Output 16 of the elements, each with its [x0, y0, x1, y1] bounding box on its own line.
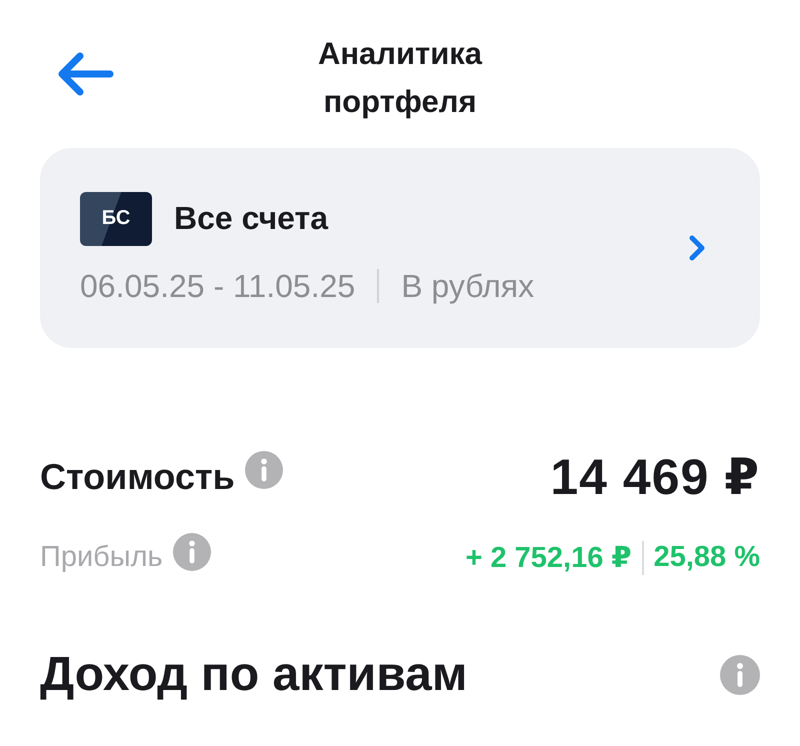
metric-label: Стоимость [40, 456, 235, 498]
chevron-right-icon [688, 234, 706, 262]
metric-value: 14 469 ₽ [550, 448, 760, 506]
info-icon[interactable] [244, 451, 283, 489]
metric-label: Прибыль [40, 541, 163, 574]
account-card[interactable]: БС Все счета 06.05.25 - 11.05.25 В рублях [40, 148, 760, 348]
account-badge: БС [80, 192, 152, 246]
info-icon[interactable] [720, 654, 760, 694]
currency-text: В рублях [401, 268, 534, 304]
percent-value: 25,88 % [654, 541, 760, 574]
period-text: 06.05.25 - 11.05.25 [80, 268, 356, 304]
metric-value: + 2 752,16 ₽ [465, 541, 632, 575]
page-title: Аналитика портфеля [316, 35, 484, 121]
section-title: Доход по активам [40, 647, 468, 702]
account-name: Все счета [174, 200, 328, 237]
info-icon[interactable] [172, 532, 211, 570]
